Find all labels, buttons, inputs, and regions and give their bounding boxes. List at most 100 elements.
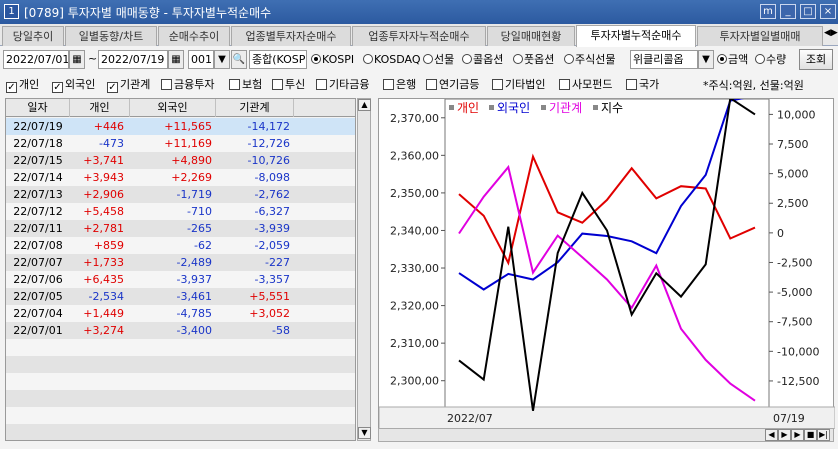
table-row[interactable] (6, 356, 355, 373)
radio-stock-futures[interactable]: 주식선물 (564, 51, 615, 68)
tab-scroll-icon[interactable]: ◀▶ (824, 28, 838, 38)
table-row[interactable]: 22/07/11 +2,781 -265 -3,939 (6, 220, 355, 237)
tab-daily-chart[interactable]: 일별동향/차트 (65, 26, 157, 46)
end-icon[interactable]: ▶| (817, 429, 830, 441)
filter-bank[interactable]: 은행 (383, 77, 416, 93)
table-row[interactable] (6, 390, 355, 407)
chevron-down-icon[interactable]: ▼ (214, 50, 230, 69)
tab-daily-trend[interactable]: 당일추이 (2, 26, 64, 46)
cell-date: 22/07/08 (13, 239, 63, 252)
scroll-down-icon[interactable]: ▼ (358, 427, 371, 439)
left-axis-tick-label: 2,320,00 (390, 300, 439, 313)
menu-icon[interactable]: m (760, 4, 776, 19)
filter-other-corporation[interactable]: 기타법인 (492, 77, 545, 93)
header-foreign[interactable]: 외국인 (130, 99, 216, 117)
checkbox-icon (559, 79, 570, 90)
filter-foreign[interactable]: ✓ 외국인 (52, 77, 95, 93)
checkbox-icon (316, 79, 327, 90)
table-row[interactable]: 22/07/14 +3,943 +2,269 -8,098 (6, 169, 355, 186)
code-input[interactable]: 001 (188, 50, 214, 69)
table-row[interactable]: 22/07/18 -473 +11,169 -12,726 (6, 135, 355, 152)
radio-amount[interactable]: 금액 (717, 51, 748, 68)
radio-call-option[interactable]: 콜옵션 (462, 51, 503, 68)
checkbox-icon (626, 79, 637, 90)
scroll-up-icon[interactable]: ▲ (358, 99, 371, 111)
radio-kosdaq[interactable]: KOSDAQ (363, 51, 421, 68)
header-individual[interactable]: 개인 (70, 99, 130, 117)
table-row[interactable] (6, 424, 355, 440)
filter-investment-trust[interactable]: 투신 (272, 77, 305, 93)
chart-horizontal-scrollbar[interactable]: ◀ ▶ ▶ ■ ▶| (378, 428, 834, 442)
chevron-down-icon[interactable]: ▼ (698, 50, 714, 69)
cell-individual: +2,906 (83, 188, 124, 201)
cell-date: 22/07/06 (13, 273, 63, 286)
filter-government[interactable]: 국가 (626, 77, 659, 93)
table-row[interactable]: 22/07/19 +446 +11,565 -14,172 (6, 118, 355, 135)
chart-panel[interactable]: 2,300,00 2,310,00 2,320,00 2,330,00 2,340,00… (378, 94, 836, 430)
filter-pension[interactable]: 연기금등 (426, 77, 479, 93)
table-row[interactable] (6, 407, 355, 424)
table-row[interactable]: 22/07/05 -2,534 -3,461 +5,551 (6, 288, 355, 305)
table-row[interactable]: 22/07/01 +3,274 -3,400 -58 (6, 322, 355, 339)
filter-individual[interactable]: ✓ 개인 (6, 77, 39, 93)
radio-put-option[interactable]: 풋옵션 (513, 51, 554, 68)
filter-insurance[interactable]: 보험 (229, 77, 262, 93)
minimize-icon[interactable]: _ (780, 4, 796, 19)
left-axis-tick-label: 2,350,00 (390, 187, 439, 200)
legend-marker-icon (593, 105, 598, 110)
search-icon[interactable]: 🔍 (231, 50, 247, 69)
left-axis-tick-label: 2,360,00 (390, 149, 439, 162)
tab-sector-investor-net-buy[interactable]: 업종별투자자순매수 (231, 26, 351, 46)
cell-foreign: +2,269 (171, 171, 212, 184)
tab-investor-daily-trading[interactable]: 투자자별일별매매 (697, 26, 823, 46)
filter-financial-investment[interactable]: 금융투자 (161, 77, 214, 93)
table-row[interactable]: 22/07/04 +1,449 -4,785 +3,052 (6, 305, 355, 322)
table-row[interactable]: 22/07/06 +6,435 -3,937 -3,357 (6, 271, 355, 288)
filter-private-fund[interactable]: 사모펀드 (559, 77, 612, 93)
query-button[interactable]: 조회 (799, 49, 833, 70)
cell-institution: -2,059 (254, 239, 290, 252)
table-row[interactable]: 22/07/07 +1,733 -2,489 -227 (6, 254, 355, 271)
checkbox-icon (383, 79, 394, 90)
cell-date: 22/07/18 (13, 137, 63, 150)
cell-individual: -2,534 (88, 290, 124, 303)
tab-daily-trading-status[interactable]: 당일매매현황 (487, 26, 575, 46)
table-row[interactable] (6, 339, 355, 356)
cell-foreign: -2,489 (176, 256, 212, 269)
header-institution[interactable]: 기관계 (216, 99, 294, 117)
play-icon[interactable]: ▶ (791, 429, 804, 441)
calendar-icon[interactable]: ▦ (168, 50, 184, 69)
cell-date: 22/07/01 (13, 324, 63, 337)
filter-other-financial[interactable]: 기타금융 (316, 77, 369, 93)
cell-date: 22/07/19 (13, 120, 63, 133)
table-row[interactable]: 22/07/15 +3,741 +4,890 -10,726 (6, 152, 355, 169)
cell-institution: -2,762 (254, 188, 290, 201)
maximize-icon[interactable]: □ (800, 4, 816, 19)
tab-sector-cumulative-net-buy[interactable]: 업종투자자누적순매수 (352, 26, 486, 46)
scroll-left-icon[interactable]: ◀ (765, 429, 778, 441)
radio-futures[interactable]: 선물 (423, 51, 454, 68)
cell-foreign: +11,169 (164, 137, 212, 150)
header-date[interactable]: 일자 (6, 99, 70, 117)
stop-icon[interactable]: ■ (804, 429, 817, 441)
table-row[interactable]: 22/07/08 +859 -62 -2,059 (6, 237, 355, 254)
table-vertical-scrollbar[interactable]: ▲ ▼ (357, 98, 371, 441)
radio-kospi[interactable]: KOSPI (311, 51, 354, 68)
start-date-input[interactable]: 2022/07/01 (3, 50, 69, 69)
weekly-option-select[interactable]: 위클리콜옵 (630, 50, 698, 69)
close-icon[interactable]: × (820, 4, 836, 19)
legend-item-2: 기관계 (549, 101, 582, 115)
filter-institution[interactable]: ✓ 기관계 (107, 77, 150, 93)
investor-net-buy-table[interactable]: 일자 개인 외국인 기관계 22/07/19 +446 +11,565 -14,172… (5, 98, 356, 441)
table-row[interactable] (6, 373, 355, 390)
table-row[interactable]: 22/07/12 +5,458 -710 -6,327 (6, 203, 355, 220)
table-row[interactable]: 22/07/13 +2,906 -1,719 -2,762 (6, 186, 355, 203)
radio-quantity[interactable]: 수량 (755, 51, 786, 68)
tab-investor-cumulative-net-buy[interactable]: 투자자별누적순매수 (576, 25, 696, 47)
calendar-icon[interactable]: ▦ (69, 50, 85, 69)
end-date-input[interactable]: 2022/07/19 (98, 50, 168, 69)
left-axis-tick-label: 2,340,00 (390, 224, 439, 237)
scroll-right-icon[interactable]: ▶ (778, 429, 791, 441)
tab-net-buy-trend[interactable]: 순매수추이 (158, 26, 230, 46)
window-number-badge[interactable]: 1 (4, 4, 19, 19)
